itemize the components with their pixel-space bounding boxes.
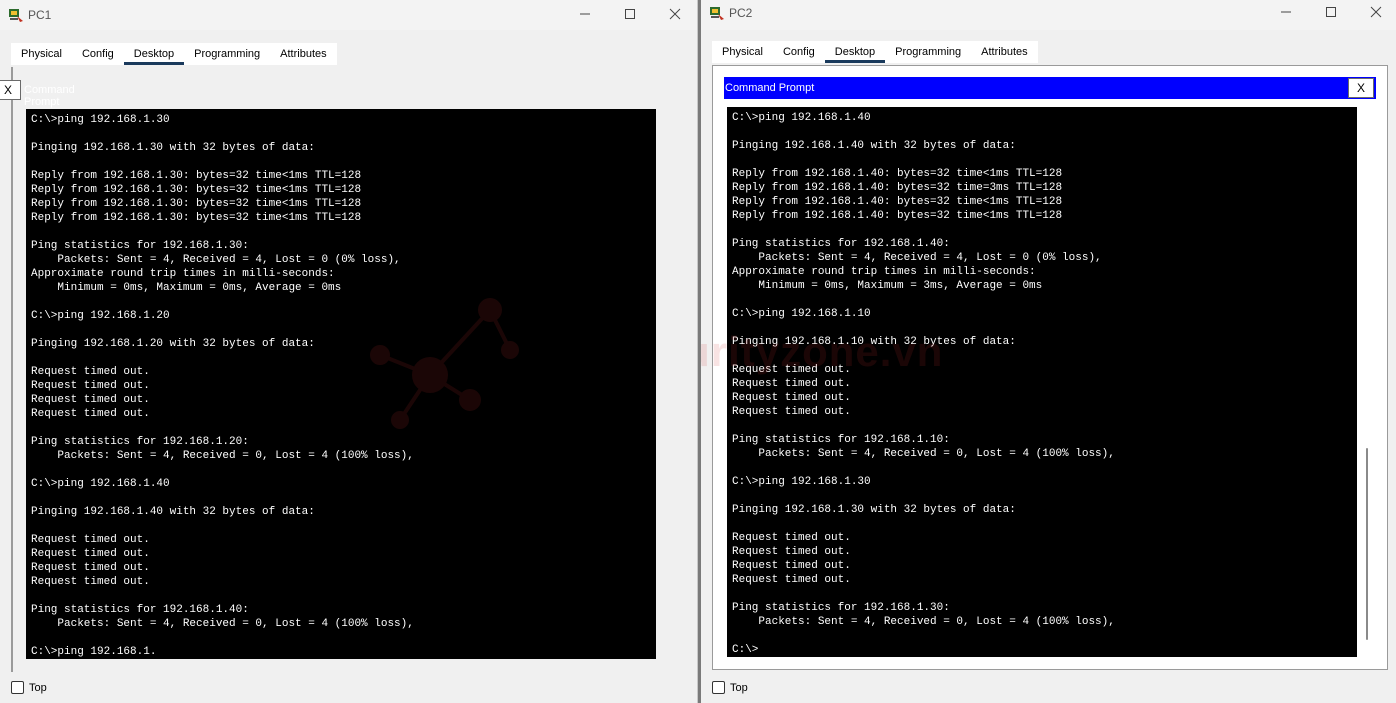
- tab-physical[interactable]: Physical: [11, 43, 72, 65]
- tab-config[interactable]: Config: [71, 43, 124, 65]
- close-button[interactable]: [664, 4, 686, 24]
- packet-tracer-pc-icon: [8, 7, 24, 23]
- top-checkbox[interactable]: [712, 681, 725, 694]
- maximize-button[interactable]: [1320, 2, 1342, 22]
- tab-attributes[interactable]: Attributes: [270, 43, 337, 65]
- tab-attributes[interactable]: Attributes: [971, 41, 1038, 63]
- title-bar[interactable]: PC1: [0, 0, 697, 30]
- minimize-icon: [1281, 11, 1291, 13]
- console-text: C:\>ping 192.168.1.30 Pinging 192.168.1.…: [31, 114, 414, 658]
- command-prompt-close-button[interactable]: X: [1348, 78, 1374, 98]
- top-label: Top: [730, 682, 748, 694]
- command-prompt-header: Command Prompt X: [724, 77, 1376, 99]
- pc1-window: PC1 Physical Config Desktop Programming …: [0, 0, 698, 703]
- bottom-bar: Top: [0, 672, 697, 703]
- tab-programming[interactable]: Programming: [885, 41, 972, 63]
- tab-desktop[interactable]: Desktop: [123, 43, 185, 65]
- pc2-window: PC2 Physical Config Desktop Programming …: [701, 0, 1396, 703]
- scrollbar[interactable]: [1359, 107, 1375, 657]
- tab-config[interactable]: Config: [772, 41, 825, 63]
- console-text: C:\>ping 192.168.1.40 Pinging 192.168.1.…: [732, 112, 1115, 656]
- minimize-button[interactable]: [574, 4, 596, 24]
- tab-desktop[interactable]: Desktop: [824, 41, 886, 63]
- maximize-button[interactable]: [619, 4, 641, 24]
- close-icon: [1370, 6, 1382, 18]
- scrollbar-thumb[interactable]: [1366, 448, 1368, 640]
- desktop-frame: Command Prompt X C:\>ping 192.168.1.30 P…: [0, 67, 656, 672]
- close-icon: [669, 8, 681, 20]
- packet-tracer-pc-icon: [709, 5, 725, 21]
- top-checkbox[interactable]: [11, 681, 24, 694]
- maximize-icon: [625, 9, 635, 19]
- console-output[interactable]: C:\>ping 192.168.1.40 Pinging 192.168.1.…: [727, 107, 1357, 657]
- bottom-bar: Top: [701, 672, 1396, 703]
- tab-programming[interactable]: Programming: [184, 43, 271, 65]
- tab-bar: Physical Config Desktop Programming Attr…: [11, 43, 337, 65]
- minimize-button[interactable]: [1275, 2, 1297, 22]
- minimize-icon: [580, 13, 590, 15]
- tab-physical[interactable]: Physical: [712, 41, 773, 63]
- command-prompt-title: Command Prompt: [725, 82, 815, 94]
- command-prompt-title: Command Prompt: [24, 84, 75, 108]
- console-output[interactable]: C:\>ping 192.168.1.30 Pinging 192.168.1.…: [26, 109, 656, 659]
- title-bar[interactable]: PC2: [701, 0, 1396, 30]
- desktop-frame: Command Prompt X C:\>ping 192.168.1.40 P…: [712, 65, 1388, 670]
- command-prompt-close-button[interactable]: X: [0, 80, 21, 100]
- close-button[interactable]: [1365, 2, 1387, 22]
- window-title: PC2: [729, 6, 753, 20]
- tab-bar: Physical Config Desktop Programming Attr…: [712, 41, 1038, 63]
- maximize-icon: [1326, 7, 1336, 17]
- top-label: Top: [29, 682, 47, 694]
- window-title: PC1: [28, 8, 52, 22]
